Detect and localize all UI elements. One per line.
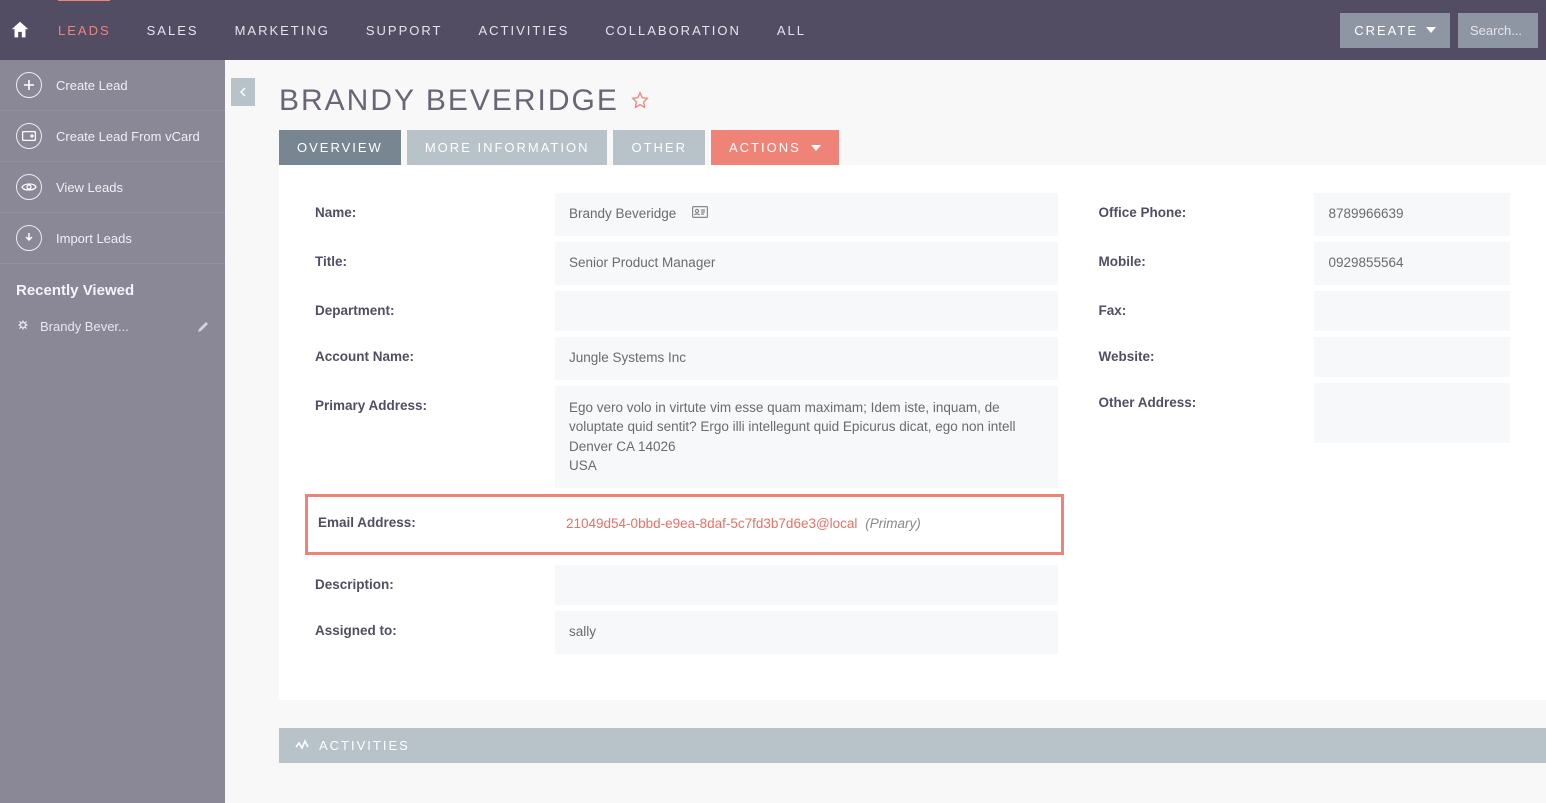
sidebar-item-label: Create Lead From vCard	[56, 129, 200, 144]
nav-activities[interactable]: ACTIVITIES	[460, 0, 587, 60]
star-outline-icon[interactable]	[629, 90, 651, 112]
mobile-label: Mobile:	[1098, 242, 1314, 281]
primary-address-label: Primary Address:	[315, 386, 555, 425]
caret-down-icon	[811, 143, 821, 153]
fax-value[interactable]	[1314, 291, 1510, 331]
description-value[interactable]	[555, 565, 1058, 605]
sidebar-view-leads[interactable]: View Leads	[0, 162, 225, 213]
email-value[interactable]: 21049d54-0bbd-e9ea-8daf-5c7fd3b7d6e3@loc…	[552, 503, 1057, 546]
other-address-value[interactable]	[1314, 383, 1510, 443]
website-label: Website:	[1098, 337, 1314, 376]
star-burst-icon	[16, 320, 30, 334]
name-label: Name:	[315, 193, 555, 232]
nav-collaboration[interactable]: COLLABORATION	[587, 0, 759, 60]
email-link[interactable]: 21049d54-0bbd-e9ea-8daf-5c7fd3b7d6e3@loc…	[566, 516, 857, 531]
sidebar-collapse-button[interactable]	[231, 78, 255, 106]
triangle-left-icon	[238, 86, 248, 98]
overview-panel: Name: Brandy Beveridge Title: Senior Pro…	[279, 165, 1546, 700]
email-primary-note: (Primary)	[865, 516, 921, 531]
department-label: Department:	[315, 291, 555, 330]
caret-down-icon	[1426, 25, 1436, 35]
assigned-label: Assigned to:	[315, 611, 555, 650]
address-line2: Denver CA 14026	[569, 437, 1044, 457]
recent-item-label: Brandy Bever...	[40, 319, 129, 334]
other-address-label: Other Address:	[1098, 383, 1314, 422]
activities-section-header[interactable]: ACTIVITIES	[279, 728, 1546, 763]
search-input[interactable]	[1458, 13, 1538, 48]
sidebar-item-label: Import Leads	[56, 231, 132, 246]
home-button[interactable]	[0, 0, 40, 60]
page-title: BRANDY BEVERIDGE	[279, 84, 619, 118]
sidebar-item-label: Create Lead	[56, 78, 128, 93]
sidebar: Create Lead Create Lead From vCard View …	[0, 60, 225, 803]
sidebar-item-label: View Leads	[56, 180, 123, 195]
assigned-value[interactable]: sally	[555, 611, 1058, 654]
nav-sales[interactable]: SALES	[129, 0, 217, 60]
recent-item[interactable]: Brandy Bever...	[0, 309, 225, 344]
nav-leads[interactable]: LEADS	[40, 0, 129, 60]
department-value[interactable]	[555, 291, 1058, 331]
activity-icon	[295, 739, 309, 751]
tab-more-information[interactable]: MORE INFORMATION	[407, 130, 608, 165]
detail-tabs: OVERVIEW MORE INFORMATION OTHER ACTIONS	[225, 130, 1546, 165]
main-content: BRANDY BEVERIDGE OVERVIEW MORE INFORMATI…	[225, 60, 1546, 803]
tab-actions[interactable]: ACTIONS	[711, 130, 839, 165]
tab-overview[interactable]: OVERVIEW	[279, 130, 401, 165]
sidebar-create-lead[interactable]: Create Lead	[0, 60, 225, 111]
email-label: Email Address:	[312, 503, 552, 542]
account-value[interactable]: Jungle Systems Inc	[555, 337, 1058, 380]
card-plus-icon	[16, 123, 42, 149]
fax-label: Fax:	[1098, 291, 1314, 330]
vcard-icon[interactable]	[692, 206, 708, 218]
edit-icon[interactable]	[197, 321, 209, 333]
download-icon	[16, 225, 42, 251]
create-button[interactable]: CREATE	[1340, 13, 1450, 48]
create-label: CREATE	[1354, 23, 1418, 38]
tab-other[interactable]: OTHER	[613, 130, 705, 165]
nav-all[interactable]: ALL	[759, 0, 824, 60]
account-label: Account Name:	[315, 337, 555, 376]
primary-address-value[interactable]: Ego vero volo in virtute vim esse quam m…	[555, 386, 1058, 488]
email-highlight: Email Address: 21049d54-0bbd-e9ea-8daf-5…	[305, 494, 1064, 555]
name-value[interactable]: Brandy Beveridge	[555, 193, 1058, 236]
top-menu: LEADS SALES MARKETING SUPPORT ACTIVITIES…	[40, 0, 824, 60]
address-line3: USA	[569, 456, 1044, 476]
sidebar-import-leads[interactable]: Import Leads	[0, 213, 225, 264]
nav-support[interactable]: SUPPORT	[348, 0, 461, 60]
recently-viewed-title: Recently Viewed	[0, 264, 225, 309]
website-value[interactable]	[1314, 337, 1510, 377]
name-text: Brandy Beveridge	[569, 206, 676, 221]
top-nav: LEADS SALES MARKETING SUPPORT ACTIVITIES…	[0, 0, 1546, 60]
home-icon	[9, 19, 31, 41]
tab-actions-label: ACTIONS	[729, 140, 801, 155]
plus-icon	[16, 72, 42, 98]
description-label: Description:	[315, 565, 555, 604]
title-value[interactable]: Senior Product Manager	[555, 242, 1058, 285]
sidebar-create-lead-vcard[interactable]: Create Lead From vCard	[0, 111, 225, 162]
mobile-value[interactable]: 0929855564	[1314, 242, 1510, 285]
office-phone-value[interactable]: 8789966639	[1314, 193, 1510, 236]
nav-marketing[interactable]: MARKETING	[217, 0, 348, 60]
title-label: Title:	[315, 242, 555, 281]
eye-icon	[16, 174, 42, 200]
office-phone-label: Office Phone:	[1098, 193, 1314, 232]
address-line1: Ego vero volo in virtute vim esse quam m…	[569, 398, 1044, 437]
